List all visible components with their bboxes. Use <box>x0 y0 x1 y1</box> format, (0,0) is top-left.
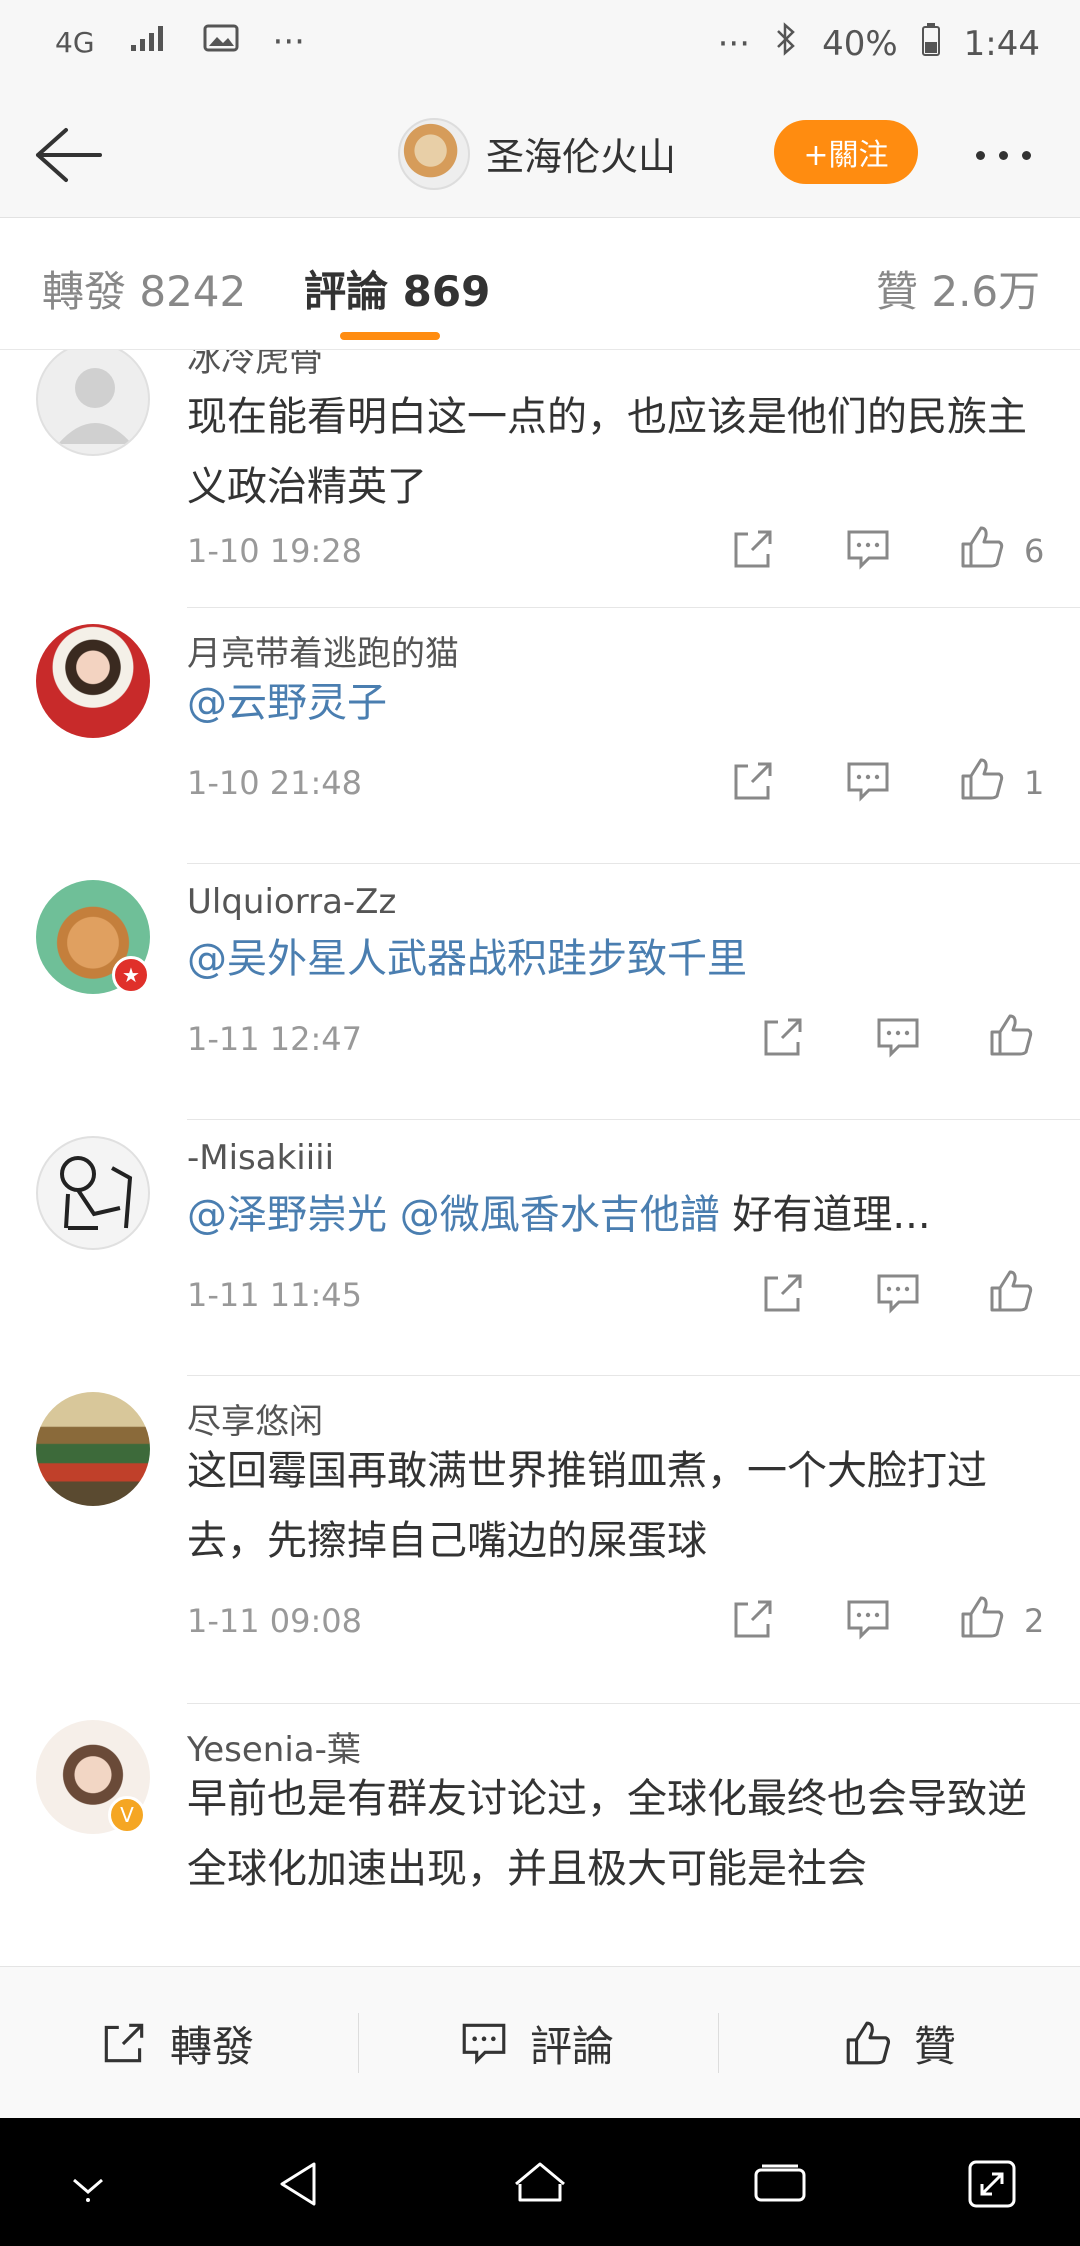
like-icon[interactable] <box>957 754 1007 804</box>
expand-icon <box>968 2160 1016 2208</box>
comment-icon[interactable] <box>873 1268 923 1318</box>
repost-icon[interactable] <box>758 1268 808 1318</box>
gallery-icon <box>203 22 239 62</box>
header-bar: 圣海伦火山 +關注 <box>0 90 1080 218</box>
comment-icon[interactable] <box>873 1012 923 1062</box>
avatar[interactable] <box>36 350 150 456</box>
comment-item: 冰冷虎骨 现在能看明白这一点的，也应该是他们的民族主义政治精英了 1-10 19… <box>0 350 1080 608</box>
default-user-icon <box>58 368 132 444</box>
avatar[interactable] <box>36 1392 150 1506</box>
system-navigation-bar <box>0 2118 1080 2246</box>
repost-label: 轉發 <box>170 2021 255 2071</box>
author-name[interactable]: 圣海伦火山 <box>486 126 676 181</box>
follow-button[interactable]: +關注 <box>774 120 918 184</box>
like-icon[interactable] <box>957 522 1007 572</box>
home-icon <box>515 2162 565 2202</box>
repost-icon[interactable] <box>758 1012 808 1062</box>
separator <box>358 2013 359 2073</box>
like-count: 6 <box>1024 532 1045 570</box>
comment-text-tail: 好有道理... <box>719 1192 931 1238</box>
avatar[interactable] <box>36 1136 150 1250</box>
battery-icon <box>921 22 940 65</box>
more-dots-icon <box>976 150 985 160</box>
recents-icon <box>754 2164 806 2202</box>
chevron-down-icon <box>73 2178 103 2202</box>
comment-item: V Yesenia-葉 早前也是有群友讨论过，全球化最终也会导致逆全球化加速出现… <box>0 1704 1080 1966</box>
system-back-button[interactable] <box>270 2154 330 2214</box>
comment-time: 1-11 11:45 <box>187 1276 363 1314</box>
comment-item: ★ Ulquiorra-Zz @吴外星人武器战积跬步致千里 1-11 12:47 <box>0 864 1080 1120</box>
back-button[interactable] <box>28 120 108 190</box>
comment-text: @泽野崇光 @微風香水吉他譜 好有道理... <box>187 1180 1047 1250</box>
tab-bar: 轉發 8242 評論 869 贊 2.6万 <box>0 218 1080 350</box>
like-button[interactable]: 贊 <box>842 2013 956 2073</box>
comment-icon[interactable] <box>843 1594 893 1644</box>
sketch-figure-icon <box>60 1156 133 1230</box>
comment-time: 1-11 09:08 <box>187 1602 363 1640</box>
comment-icon <box>462 2023 506 2065</box>
comment-time: 1-11 12:47 <box>187 1020 363 1058</box>
author-avatar[interactable] <box>398 118 470 190</box>
clock: 1:44 <box>963 23 1040 64</box>
verified-badge-icon: V <box>108 1796 146 1834</box>
mention-link[interactable]: @云野灵子 <box>187 680 387 726</box>
comment-button[interactable]: 評論 <box>458 2013 614 2073</box>
bluetooth-icon <box>774 22 798 65</box>
comment-item: 尽享悠闲 这回霉国再敢满世界推销皿煮，一个大脸打过去，先擦掉自己嘴边的屎蛋球 1… <box>0 1376 1080 1704</box>
tab-reposts[interactable]: 轉發 8242 <box>42 258 246 319</box>
repost-icon[interactable] <box>728 524 778 574</box>
tab-comments[interactable]: 評論 869 <box>304 258 490 319</box>
repost-button[interactable]: 轉發 <box>98 2013 254 2073</box>
comment-item: -Misakiiii @泽野崇光 @微風香水吉他譜 好有道理... 1-11 1… <box>0 1120 1080 1376</box>
tab-likes[interactable]: 贊 2.6万 <box>876 258 1040 319</box>
like-icon[interactable] <box>957 1592 1007 1642</box>
bottom-action-bar: 轉發 評論 贊 <box>0 1966 1080 2118</box>
separator <box>718 2013 719 2073</box>
comment-text: 早前也是有群友讨论过，全球化最终也会导致逆全球化加速出现，并且极大可能是社会 <box>187 1776 1027 1892</box>
system-expand-button[interactable] <box>962 2154 1022 2214</box>
more-options-button[interactable] <box>976 130 1056 180</box>
mention-link[interactable]: @泽野崇光 @微風香水吉他譜 <box>187 1192 720 1238</box>
like-count: 1 <box>1024 764 1045 802</box>
like-label: 贊 <box>914 2021 957 2071</box>
repost-icon <box>104 2023 144 2063</box>
back-triangle-icon <box>280 2162 316 2206</box>
system-home-button[interactable] <box>510 2154 570 2214</box>
comment-list[interactable]: 冰冷虎骨 现在能看明白这一点的，也应该是他们的民族主义政治精英了 1-10 19… <box>0 350 1080 1966</box>
repost-icon[interactable] <box>728 756 778 806</box>
comment-text: @云野灵子 <box>187 668 1047 738</box>
comment-item: 月亮带着逃跑的猫 @云野灵子 1-10 21:48 1 <box>0 608 1080 864</box>
comment-icon[interactable] <box>843 756 893 806</box>
back-arrow-icon <box>36 128 102 182</box>
like-icon <box>846 2021 891 2065</box>
like-icon[interactable] <box>986 1010 1036 1060</box>
comment-username[interactable]: -Misakiiii <box>187 1138 334 1178</box>
signal-icon <box>129 22 169 62</box>
battery-percent: 40% <box>822 23 898 64</box>
system-recents-button[interactable] <box>750 2154 810 2214</box>
repost-icon[interactable] <box>728 1594 778 1644</box>
comment-icon[interactable] <box>843 524 893 574</box>
status-bar: 4G ··· ··· 40% 1:44 <box>0 0 1080 90</box>
comment-time: 1-10 19:28 <box>187 532 363 570</box>
comment-text: 这回霉国再敢满世界推销皿煮，一个大脸打过去，先擦掉自己嘴边的屎蛋球 <box>187 1448 987 1564</box>
comment-username[interactable]: Ulquiorra-Zz <box>187 882 396 922</box>
hide-keyboard-button[interactable] <box>58 2154 118 2214</box>
status-overflow-right: ··· <box>717 23 751 64</box>
active-tab-indicator <box>340 332 440 340</box>
verified-badge-icon: ★ <box>112 956 150 994</box>
mention-link[interactable]: @吴外星人武器战积跬步致千里 <box>187 936 747 982</box>
status-overflow: ··· <box>272 22 305 62</box>
avatar[interactable] <box>36 624 150 738</box>
network-indicator: 4G <box>55 25 95 59</box>
comment-username[interactable]: 冰冷虎骨 <box>187 350 323 381</box>
comment-label: 評論 <box>530 2021 615 2071</box>
like-count: 2 <box>1024 1602 1045 1640</box>
comment-text: 现在能看明白这一点的，也应该是他们的民族主义政治精英了 <box>187 394 1027 510</box>
like-icon[interactable] <box>986 1266 1036 1316</box>
comment-time: 1-10 21:48 <box>187 764 363 802</box>
comment-text: @吴外星人武器战积跬步致千里 <box>187 924 1047 994</box>
